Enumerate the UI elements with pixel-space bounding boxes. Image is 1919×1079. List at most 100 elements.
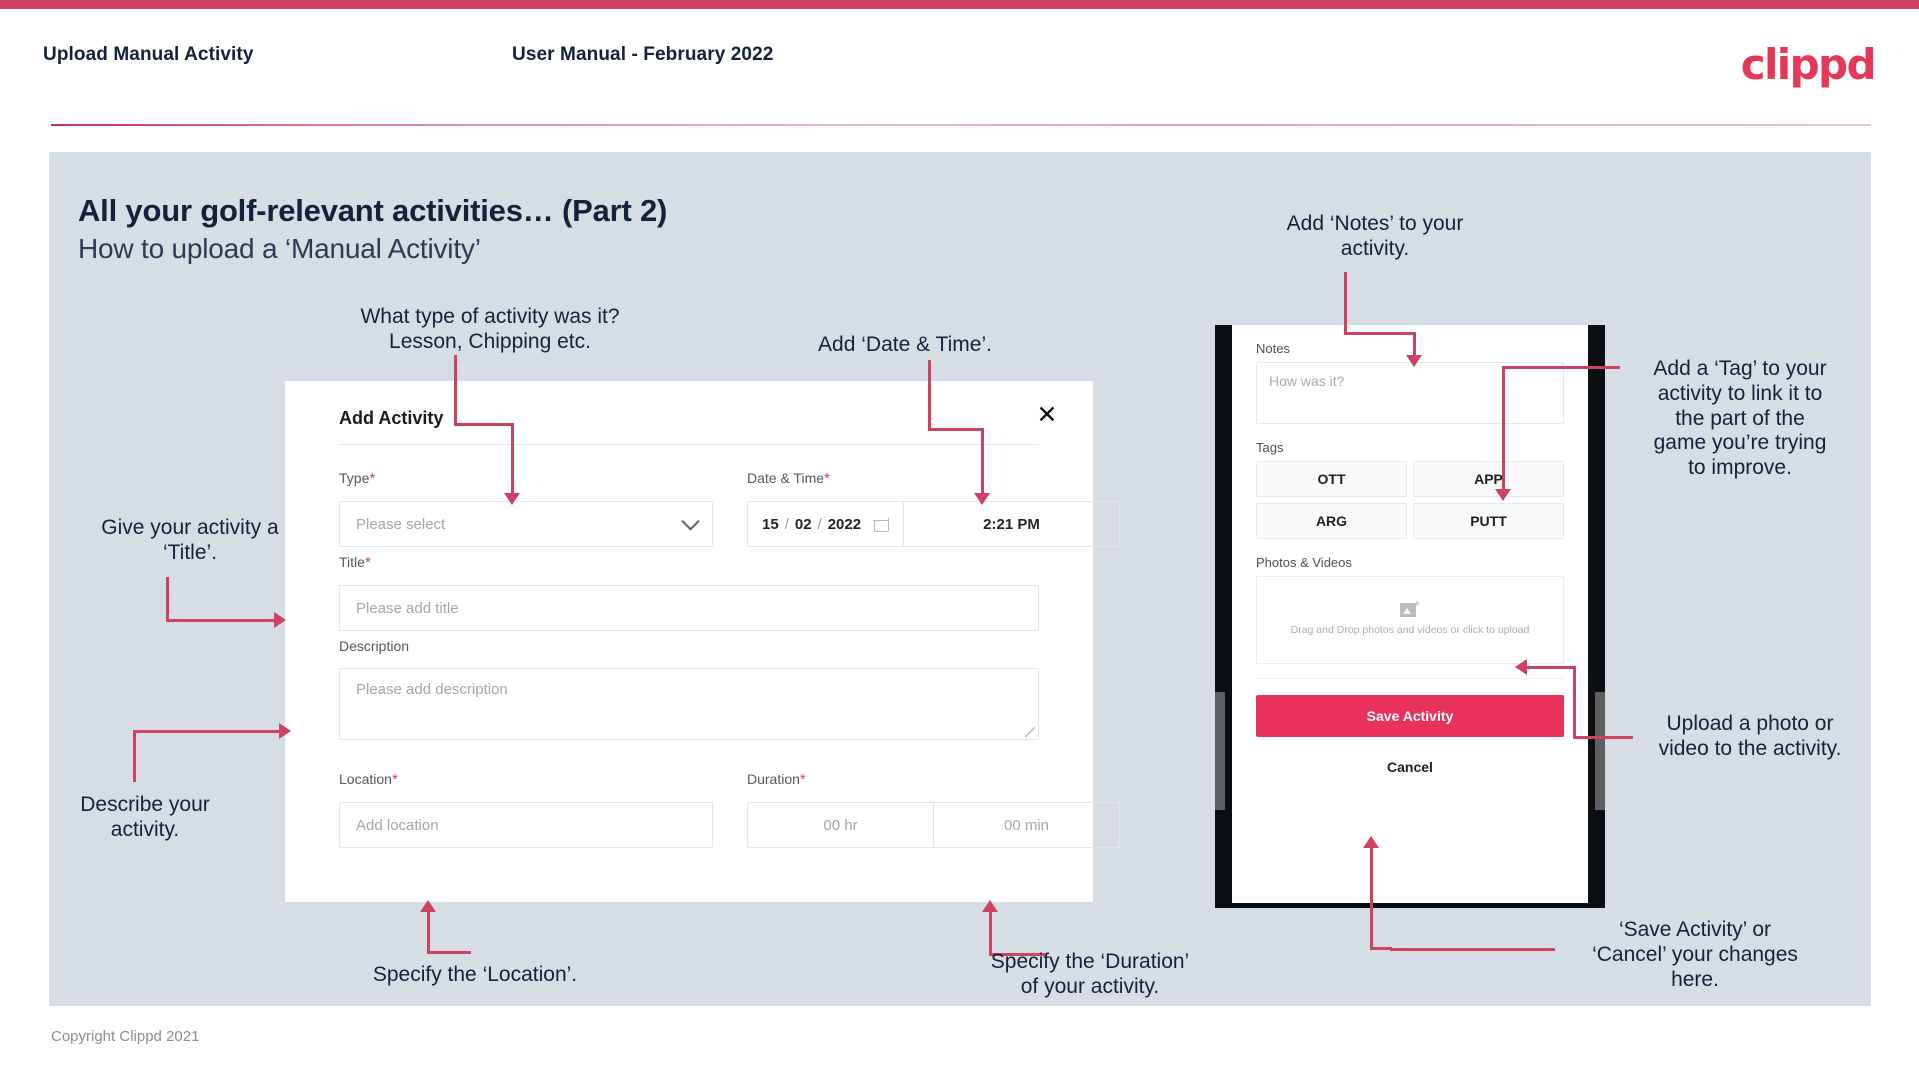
duration-minutes-input[interactable]: 00 min xyxy=(934,803,1119,847)
annotation-location: Specify the ‘Location’. xyxy=(372,963,578,986)
datetime-label: Date & Time* xyxy=(747,470,830,487)
description-field-group: Description Please add description xyxy=(339,638,1039,740)
photo-dropzone[interactable]: + Drag and Drop photos and videos or cli… xyxy=(1256,576,1564,664)
arrow-type-seg-v1 xyxy=(454,355,457,425)
location-input[interactable]: Add location xyxy=(339,802,713,848)
arrow-notes-head xyxy=(1406,355,1422,367)
calendar-icon[interactable] xyxy=(873,515,889,532)
notes-textarea[interactable]: How was it? xyxy=(1256,362,1564,424)
phone-mockup: Notes How was it? Tags OTT APP ARG PUTT … xyxy=(1215,325,1605,908)
description-label: Description xyxy=(339,638,410,654)
date-sep-1: / xyxy=(784,515,789,533)
arrow-notes-seg-v2 xyxy=(1413,332,1416,357)
title-input[interactable]: Please add title xyxy=(339,585,1039,631)
arrow-notes-seg-v1 xyxy=(1344,272,1347,334)
arrow-photos-head xyxy=(1515,659,1527,675)
annotation-save: ‘Save Activity’ or ‘Cancel’ your changes… xyxy=(1592,918,1798,991)
type-select-wrapper[interactable]: Please select xyxy=(339,501,713,547)
arrow-desc-seg-h xyxy=(133,730,281,733)
page-title: Upload Manual Activity xyxy=(43,44,254,65)
type-select[interactable]: Please select xyxy=(339,501,713,547)
time-input[interactable]: 2:21 PM xyxy=(904,502,1119,546)
tag-button-putt[interactable]: PUTT xyxy=(1413,503,1564,539)
required-marker: * xyxy=(391,771,398,788)
arrow-desc-head xyxy=(279,723,291,739)
tag-button-arg[interactable]: ARG xyxy=(1256,503,1407,539)
date-month: 02 xyxy=(794,515,812,533)
arrow-dt-seg-v1 xyxy=(928,360,931,430)
location-field-group: Location* Add location xyxy=(339,771,713,848)
annotation-description: Describe your activity. xyxy=(80,793,210,841)
description-textarea[interactable]: Please add description xyxy=(339,668,1039,740)
arrow-save-seg-h xyxy=(1390,948,1555,951)
arrow-save-seg-h2 xyxy=(1370,947,1392,950)
datetime-input-group[interactable]: 15 / 02 / 2022 2:21 PM xyxy=(747,501,1120,547)
close-icon[interactable]: ✕ xyxy=(1031,399,1063,431)
arrow-dur-head xyxy=(982,900,998,912)
resize-handle-icon[interactable] xyxy=(1025,727,1035,737)
arrow-title-seg-h xyxy=(166,619,276,622)
arrow-loc-seg-v xyxy=(427,912,430,954)
duration-input-group: 00 hr 00 min xyxy=(747,802,1120,848)
arrow-type-head xyxy=(504,493,520,505)
tags-grid: OTT APP ARG PUTT xyxy=(1256,461,1564,539)
clippd-logo: clippd xyxy=(1740,40,1877,89)
slide-subheading: How to upload a ‘Manual Activity’ xyxy=(78,233,481,264)
type-label: Type* xyxy=(339,470,376,487)
date-input[interactable]: 15 / 02 / 2022 xyxy=(748,502,904,546)
modal-title: Add Activity xyxy=(339,408,444,428)
arrow-loc-head xyxy=(420,900,436,912)
arrow-dt-seg-h xyxy=(928,428,984,431)
slide-heading: All your golf-relevant activities… (Part… xyxy=(78,193,668,228)
cancel-button[interactable]: Cancel xyxy=(1232,759,1588,775)
title-label: Title* xyxy=(339,554,371,571)
description-placeholder: Please add description xyxy=(356,681,508,698)
arrow-notes-seg-h xyxy=(1344,332,1416,335)
arrow-photos-seg-h2 xyxy=(1573,736,1633,739)
save-activity-button[interactable]: Save Activity xyxy=(1256,695,1564,737)
annotation-photos: Upload a photo or video to the activity. xyxy=(1658,712,1842,760)
location-label: Location* xyxy=(339,771,398,788)
arrow-tags-head xyxy=(1495,489,1511,501)
add-activity-modal: Add Activity ✕ Type* Please select Date … xyxy=(285,381,1120,902)
notes-label: Notes xyxy=(1256,341,1290,356)
top-accent-bar xyxy=(0,0,1919,9)
annotation-duration: Specify the ‘Duration’ of your activity. xyxy=(990,950,1190,998)
duration-label: Duration* xyxy=(747,771,806,788)
title-field-group: Title* Please add title xyxy=(339,554,1039,631)
arrow-title-seg-v xyxy=(166,577,169,621)
tag-button-app[interactable]: APP xyxy=(1413,461,1564,497)
arrow-loc-seg-h xyxy=(427,951,471,954)
arrow-type-seg-h xyxy=(454,423,514,426)
arrow-dt-seg-v2 xyxy=(981,428,984,495)
document-subtitle: User Manual - February 2022 xyxy=(512,44,774,65)
duration-field-group: Duration* 00 hr 00 min xyxy=(747,771,1120,848)
slide-page: Upload Manual Activity User Manual - Feb… xyxy=(0,0,1919,1079)
duration-hours-input[interactable]: 00 hr xyxy=(748,803,934,847)
header-divider xyxy=(51,124,1871,126)
arrow-save-head xyxy=(1363,836,1379,848)
arrow-photos-seg-v xyxy=(1573,666,1576,738)
image-add-icon: + xyxy=(1400,600,1420,618)
photos-label: Photos & Videos xyxy=(1256,555,1352,570)
annotation-title: Give your activity a ‘Title’. xyxy=(101,516,279,564)
required-marker: * xyxy=(369,470,376,487)
modal-divider xyxy=(339,444,1039,445)
date-year: 2022 xyxy=(827,515,862,533)
phone-screen: Notes How was it? Tags OTT APP ARG PUTT … xyxy=(1232,325,1588,903)
phone-volume-button-left xyxy=(1215,692,1225,810)
type-field-group: Type* Please select xyxy=(339,470,713,547)
dropzone-text: Drag and Drop photos and videos or click… xyxy=(1290,624,1530,637)
tag-button-ott[interactable]: OTT xyxy=(1256,461,1407,497)
phone-power-button-right xyxy=(1595,692,1605,810)
arrow-save-seg-v xyxy=(1370,848,1373,950)
required-marker: * xyxy=(824,470,830,487)
annotation-datetime: Add ‘Date & Time’. xyxy=(818,333,992,356)
phone-divider xyxy=(1256,678,1564,679)
arrow-desc-seg-v xyxy=(133,730,136,782)
footer-copyright: Copyright Clippd 2021 xyxy=(51,1028,200,1045)
annotation-tags: Add a ‘Tag’ to your activity to link it … xyxy=(1653,357,1827,480)
date-day: 15 xyxy=(762,515,779,533)
arrow-title-head xyxy=(274,612,286,628)
datetime-field-group: Date & Time* 15 / 02 / 2022 2:21 PM xyxy=(747,470,1120,547)
